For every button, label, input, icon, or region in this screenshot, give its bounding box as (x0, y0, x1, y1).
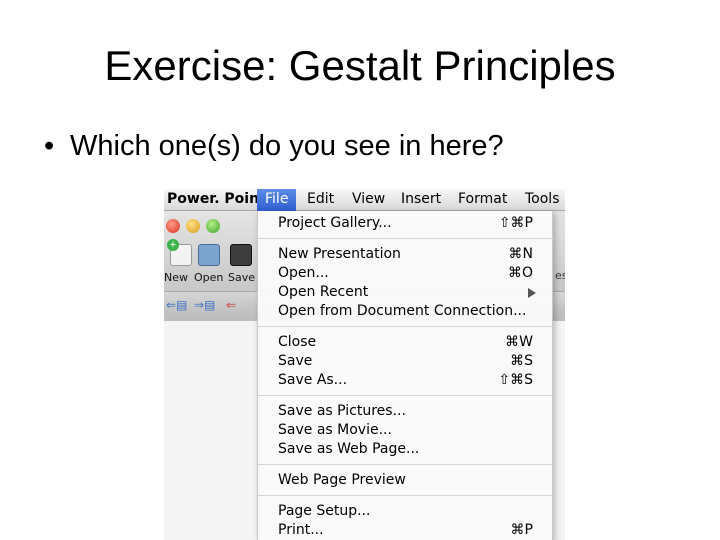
menu-insert[interactable]: Insert (401, 191, 441, 207)
bullet-item: • Which one(s) do you see in here? (44, 130, 504, 163)
menu-item-label: Open from Document Connection... (278, 303, 527, 319)
menu-item-close[interactable]: Close ⌘W (258, 333, 554, 352)
menu-item-shortcut: ⇧⌘S (498, 372, 533, 388)
bullet-text: Which one(s) do you see in here? (70, 130, 504, 162)
menu-item-open[interactable]: Open... ⌘O (258, 264, 554, 283)
menu-separator (258, 238, 554, 239)
menu-separator (258, 326, 554, 327)
menu-item-open-recent[interactable]: Open Recent (258, 283, 554, 302)
save-disk-icon[interactable] (230, 244, 252, 266)
menu-separator (258, 495, 554, 496)
menu-item-label: Close (278, 334, 317, 350)
menu-file[interactable]: File (257, 189, 297, 211)
promote-icon[interactable]: ⇐ (226, 299, 246, 311)
menu-format[interactable]: Format (458, 191, 507, 207)
menu-item-label: New Presentation (278, 246, 401, 262)
slide-title: Exercise: Gestalt Principles (104, 42, 616, 89)
file-menu-dropdown: Project Gallery... ⇧⌘P New Presentation ⌘N O… (257, 211, 554, 540)
menu-item-label: Print... (278, 522, 324, 538)
submenu-arrow-icon (528, 288, 536, 298)
menu-item-new-presentation[interactable]: New Presentation ⌘N (258, 245, 554, 264)
menu-item-label: Page Setup... (278, 503, 371, 519)
minimize-window-icon[interactable] (186, 219, 200, 233)
new-document-icon[interactable] (167, 239, 192, 266)
menu-tools[interactable]: Tools (525, 191, 560, 207)
toolbar-label-fragment: es (555, 269, 565, 282)
menu-item-save-as-movie[interactable]: Save as Movie... (258, 421, 554, 440)
menu-item-label: Save as Movie... (278, 422, 392, 438)
menu-item-label: Save as Pictures... (278, 403, 406, 419)
menu-item-print[interactable]: Print... ⌘P (258, 521, 554, 540)
menu-bar: Power. Point File Edit View Insert Forma… (164, 189, 565, 211)
menu-item-save[interactable]: Save ⌘S (258, 352, 554, 371)
menu-item-shortcut: ⌘W (505, 334, 533, 350)
menu-item-label: Save as Web Page... (278, 441, 420, 457)
app-screenshot: Power. Point File Edit View Insert Forma… (164, 189, 565, 540)
menu-edit[interactable]: Edit (307, 191, 334, 207)
menu-item-label: Project Gallery... (278, 215, 392, 231)
menu-view[interactable]: View (352, 191, 385, 207)
menu-item-save-as-web-page[interactable]: Save as Web Page... (258, 440, 554, 459)
menu-app-name[interactable]: Power. Point (167, 191, 266, 207)
menu-item-save-as[interactable]: Save As... ⇧⌘S (258, 371, 554, 390)
menu-item-project-gallery[interactable]: Project Gallery... ⇧⌘P (258, 214, 554, 233)
menu-separator (258, 464, 554, 465)
menu-item-shortcut: ⌘P (510, 522, 533, 538)
decrease-indent-icon[interactable]: ⇐▤ (166, 299, 187, 311)
close-window-icon[interactable] (166, 219, 180, 233)
save-button-label[interactable]: Save (228, 271, 255, 284)
menu-item-label: Save As... (278, 372, 348, 388)
menu-item-label: Web Page Preview (278, 472, 406, 488)
menu-separator (258, 395, 554, 396)
menu-item-shortcut: ⇧⌘P (498, 215, 533, 231)
menu-item-shortcut: ⌘O (507, 265, 533, 281)
new-button-label[interactable]: New (164, 271, 188, 284)
open-button-label[interactable]: Open (194, 271, 223, 284)
menu-item-label: Save (278, 353, 313, 369)
menu-item-save-as-pictures[interactable]: Save as Pictures... (258, 402, 554, 421)
menu-item-shortcut: ⌘N (508, 246, 533, 262)
increase-indent-icon[interactable]: ⇒▤ (194, 299, 215, 311)
menu-item-shortcut: ⌘S (510, 353, 533, 369)
menu-item-page-setup[interactable]: Page Setup... (258, 502, 554, 521)
zoom-window-icon[interactable] (206, 219, 220, 233)
menu-item-web-page-preview[interactable]: Web Page Preview (258, 471, 554, 490)
menu-item-label: Open Recent (278, 284, 369, 300)
menu-item-label: Open... (278, 265, 329, 281)
open-folder-icon[interactable] (198, 244, 220, 266)
bullet-marker: • (44, 130, 55, 162)
menu-item-open-from-document-connection[interactable]: Open from Document Connection... (258, 302, 554, 321)
